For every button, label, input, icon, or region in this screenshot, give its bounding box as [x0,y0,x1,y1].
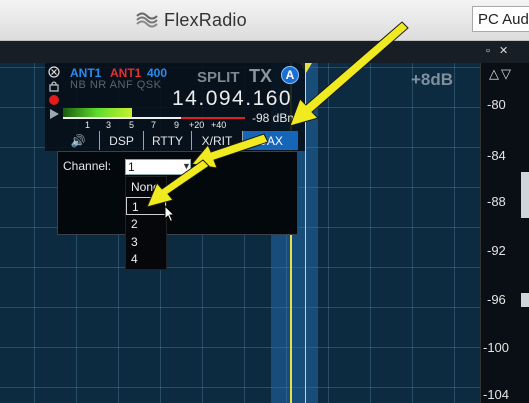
tab-xrit[interactable]: X/RIT [192,131,243,150]
slice-tab-row: 🔊 DSP RTTY X/RIT DAX [57,131,298,150]
title-bar [0,0,529,41]
tx-button[interactable]: TX [249,66,272,87]
tab-dax[interactable]: DAX [243,131,298,150]
signal-level: -98 dBm [252,111,298,125]
lock-icon[interactable] [48,80,60,92]
meter-tick: 3 [106,120,112,130]
s-meter-scale-over [181,117,245,119]
dropdown-option-1[interactable]: 1 [126,197,166,215]
channel-label: Channel: [63,159,112,173]
scale-tick: -100 [483,340,510,355]
audio-tab-speaker-icon[interactable]: 🔊 [57,131,100,150]
panadapter-header [0,41,529,63]
scale-arrows-icon[interactable]: △▽ [489,66,513,82]
scale-tick: -92 [487,243,506,258]
scale-tick: -96 [487,292,506,307]
flexradio-wave-icon [136,12,158,28]
dax-channel-dropdown: None 1 2 3 4 [125,176,167,270]
app-logo: FlexRadio [136,8,247,32]
frequency-display[interactable]: 14.094.160 [172,87,292,111]
dropdown-option-4[interactable]: 4 [126,250,166,268]
mouse-cursor-icon [164,205,176,223]
split-button[interactable]: SPLIT [197,69,240,86]
tx-frequency-line[interactable] [305,63,306,403]
rx-antenna[interactable]: ANT1 [70,66,101,80]
dropdown-option-none[interactable]: None [126,178,166,196]
s-meter-scale [63,117,181,119]
filter-width[interactable]: 400 [147,66,167,80]
gain-label: +8dB [411,70,454,89]
record-icon[interactable] [49,95,59,105]
tab-dsp[interactable]: DSP [100,131,144,150]
meter-tick: 5 [129,120,135,130]
tx-antenna[interactable]: ANT1 [110,66,141,80]
side-panel-tab[interactable] [521,172,529,218]
dropdown-option-3[interactable]: 3 [126,233,166,251]
s-meter-fill [63,108,132,117]
close-slice-icon[interactable] [48,66,60,78]
scale-tick: -84 [487,148,506,163]
dropdown-option-2[interactable]: 2 [126,215,166,233]
scale-tick: -80 [487,97,506,112]
meter-tick: 9 [174,120,180,130]
meter-tick: 7 [151,120,157,130]
scale-tick: -88 [487,194,506,209]
scale-tick: -104 [483,387,510,402]
audio-device-select[interactable]: PC Aud [472,6,529,32]
slice-letter-badge[interactable]: A [281,66,299,84]
window-controls[interactable]: ▫ ✕ [486,44,511,57]
side-panel-tab[interactable] [521,293,529,307]
play-icon[interactable] [50,109,59,119]
meter-tick: +20 [189,120,205,130]
brand-name: FlexRadio [164,9,247,30]
meter-tick: 1 [85,120,91,130]
dsp-flags: NB NR ANF QSK [70,79,162,91]
chevron-down-icon[interactable]: ▼ [182,161,191,171]
tab-rtty[interactable]: RTTY [144,131,192,150]
meter-tick: +40 [211,120,227,130]
